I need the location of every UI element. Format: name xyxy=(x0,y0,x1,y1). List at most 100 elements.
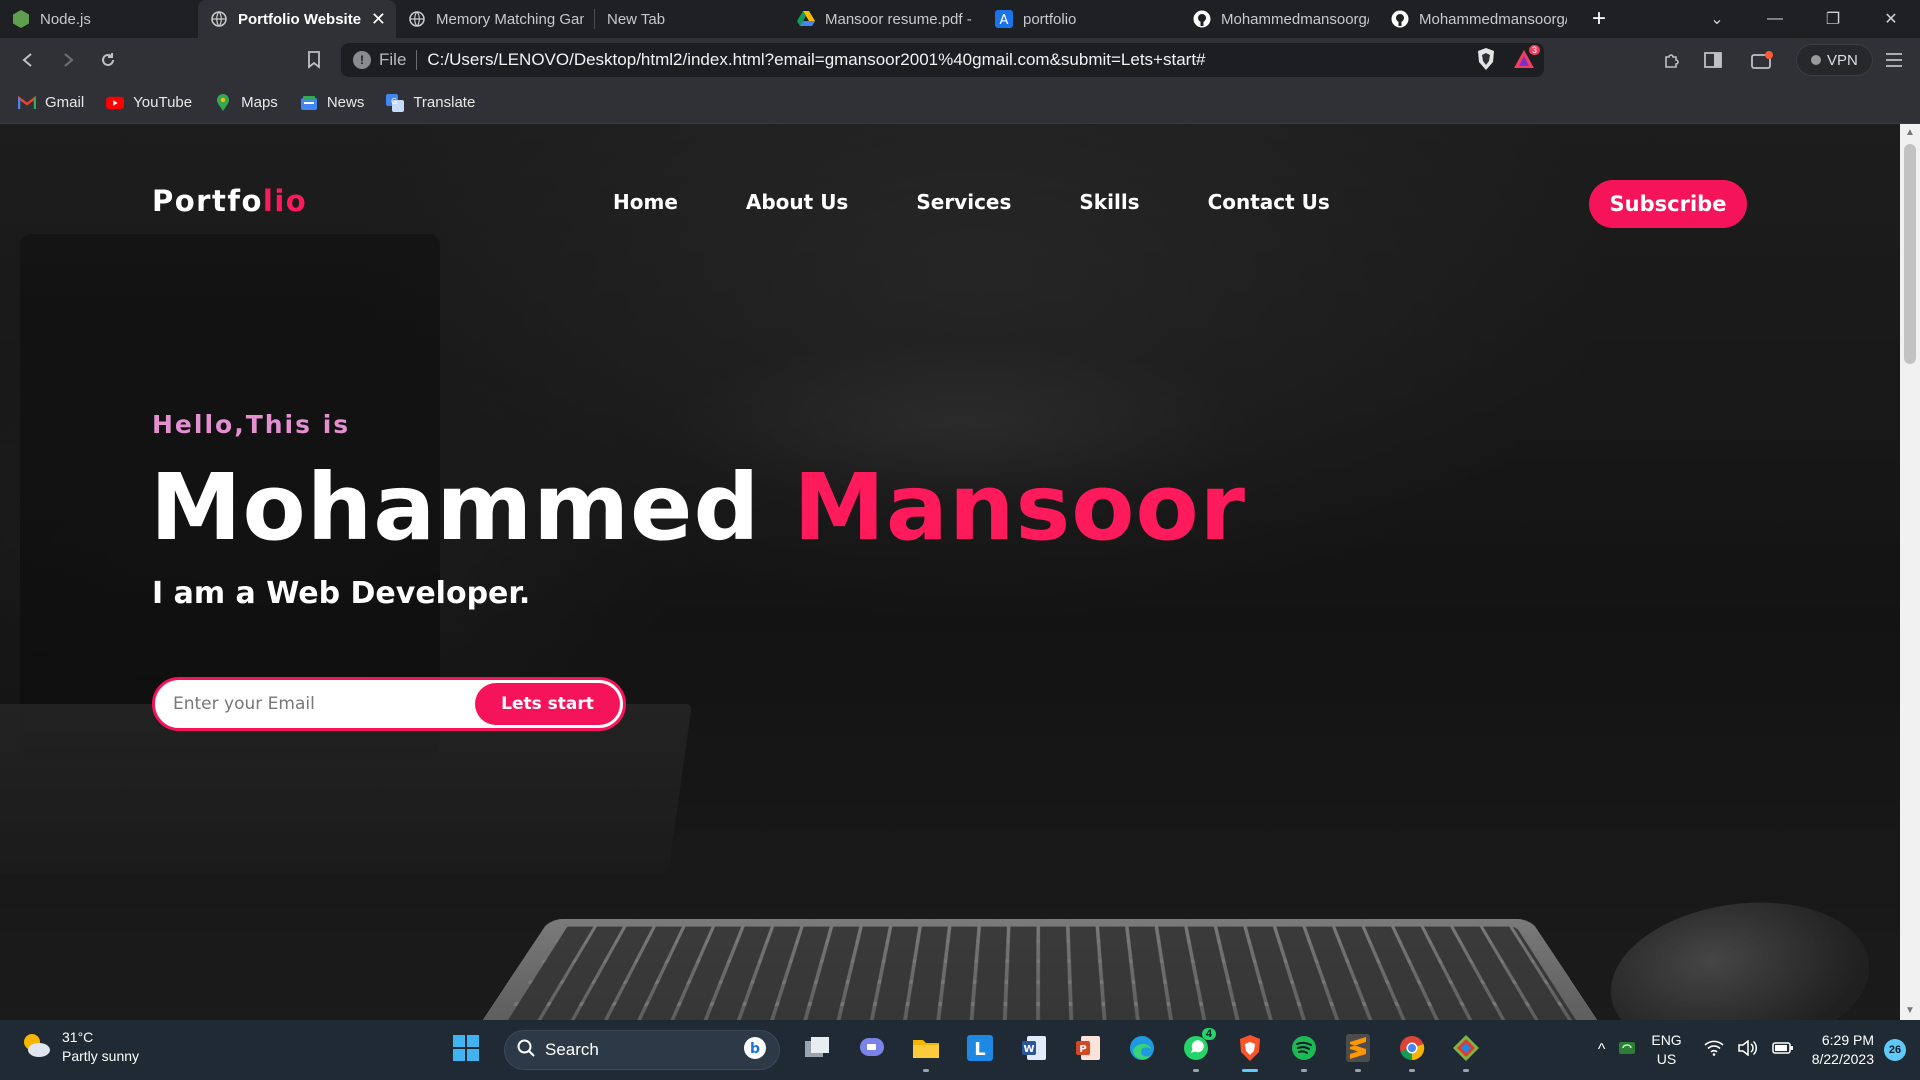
tab-memory-matching[interactable]: Memory Matching Gan xyxy=(396,0,594,38)
bing-icon[interactable]: b xyxy=(743,1036,767,1065)
scrollbar-thumb[interactable] xyxy=(1904,144,1916,364)
scroll-up-arrow-icon[interactable]: ▲ xyxy=(1900,124,1920,142)
email-input[interactable] xyxy=(155,680,475,728)
back-icon[interactable] xyxy=(8,40,48,80)
bookmark-label: Maps xyxy=(241,94,278,111)
lets-start-button[interactable]: Lets start xyxy=(475,683,620,725)
site-logo[interactable]: Portfolio xyxy=(152,184,307,218)
sublime-text-button[interactable] xyxy=(1336,1028,1380,1072)
bookmark-news[interactable]: News xyxy=(300,94,364,112)
show-hidden-icons-chevron-icon[interactable]: ^ xyxy=(1598,1041,1606,1059)
nvidia-icon[interactable] xyxy=(1619,1041,1636,1059)
tab-github-1[interactable]: Mohammedmansoorg/ xyxy=(1181,0,1379,38)
running-indicator xyxy=(1242,1069,1258,1072)
bookmark-icon[interactable] xyxy=(294,40,334,80)
word-icon: W xyxy=(1021,1035,1047,1066)
close-tab-icon[interactable]: ✕ xyxy=(371,9,386,30)
brave-button[interactable] xyxy=(1228,1028,1272,1072)
folder-icon xyxy=(912,1036,940,1065)
language-indicator[interactable]: ENG US xyxy=(1651,1031,1681,1069)
forward-icon[interactable] xyxy=(48,40,88,80)
file-explorer-button[interactable] xyxy=(904,1028,948,1072)
sidebar-icon[interactable] xyxy=(1693,40,1733,80)
browser-tab-bar: Node.js Portfolio Website ✕ Memory Match… xyxy=(0,0,1920,38)
tab-list-chevron-icon[interactable]: ⌄ xyxy=(1688,9,1746,29)
tab-github-2[interactable]: Mohammedmansoorg/ xyxy=(1379,0,1577,38)
git-client-button[interactable] xyxy=(1444,1028,1488,1072)
tab-portfolio[interactable]: A portfolio xyxy=(983,0,1181,38)
chrome-icon xyxy=(1398,1034,1426,1067)
svg-text:W: W xyxy=(1023,1044,1034,1055)
taskbar-apps: Search b L W P 4 xyxy=(444,1028,1488,1072)
globe-icon xyxy=(408,10,426,28)
url-text[interactable]: C:/Users/LENOVO/Desktop/html2/index.html… xyxy=(427,50,1205,70)
a-app-icon: A xyxy=(995,10,1013,28)
whatsapp-button[interactable]: 4 xyxy=(1174,1028,1218,1072)
reload-icon[interactable] xyxy=(88,40,128,80)
nav-services[interactable]: Services xyxy=(916,190,1011,214)
tab-nodejs[interactable]: Node.js xyxy=(0,0,198,38)
scroll-down-arrow-icon[interactable]: ▼ xyxy=(1900,1002,1920,1020)
vpn-label: VPN xyxy=(1827,51,1858,69)
nav-home[interactable]: Home xyxy=(613,190,678,214)
subscribe-button[interactable]: Subscribe xyxy=(1589,180,1747,228)
github-icon xyxy=(1391,10,1409,28)
tab-label: portfolio xyxy=(1023,10,1077,28)
tab-new-tab[interactable]: New Tab xyxy=(595,0,785,38)
svg-text:P: P xyxy=(1079,1044,1086,1055)
teams-chat-button[interactable] xyxy=(850,1028,894,1072)
url-scheme: File xyxy=(379,50,418,70)
brave-shields-icon[interactable] xyxy=(1476,47,1496,76)
hero-greeting: Hello,This is xyxy=(152,410,351,439)
restore-icon[interactable]: ❐ xyxy=(1804,9,1862,29)
nav-contact-us[interactable]: Contact Us xyxy=(1208,190,1330,214)
minimize-icon[interactable]: — xyxy=(1746,10,1804,28)
site-nav: Home About Us Services Skills Contact Us xyxy=(613,190,1398,214)
bookmark-gmail[interactable]: Gmail xyxy=(18,94,84,112)
bookmark-youtube[interactable]: YouTube xyxy=(106,94,192,112)
chrome-button[interactable] xyxy=(1390,1028,1434,1072)
vpn-button[interactable]: VPN xyxy=(1796,44,1873,76)
rewards-badge: 3 xyxy=(1528,45,1540,55)
address-bar[interactable]: ! File C:/Users/LENOVO/Desktop/html2/ind… xyxy=(341,43,1544,77)
taskbar-search[interactable]: Search b xyxy=(504,1030,780,1070)
extensions-icon[interactable] xyxy=(1652,40,1692,80)
start-button[interactable] xyxy=(444,1028,488,1072)
wallet-icon[interactable] xyxy=(1742,40,1782,80)
tab-label: New Tab xyxy=(607,10,666,28)
brave-rewards-icon[interactable]: 3 xyxy=(1512,45,1540,76)
tab-resume-pdf[interactable]: Mansoor resume.pdf - xyxy=(785,0,983,38)
powerpoint-icon: P xyxy=(1075,1035,1101,1066)
menu-icon[interactable] xyxy=(1874,40,1914,80)
bookmark-maps[interactable]: Maps xyxy=(214,93,278,112)
nav-skills[interactable]: Skills xyxy=(1079,190,1139,214)
l-app-button[interactable]: L xyxy=(958,1028,1002,1072)
search-label: Search xyxy=(545,1040,599,1059)
weather-widget[interactable]: 31°C Partly sunny xyxy=(20,1028,139,1066)
bookmark-label: Translate xyxy=(413,94,476,111)
spotify-button[interactable] xyxy=(1282,1028,1326,1072)
word-button[interactable]: W xyxy=(1012,1028,1056,1072)
background-overlay xyxy=(0,124,1900,1020)
page-scrollbar[interactable]: ▲ ▼ xyxy=(1900,124,1920,1020)
nodejs-icon xyxy=(12,10,30,28)
site-info-icon[interactable]: ! xyxy=(353,51,371,69)
nav-about-us[interactable]: About Us xyxy=(746,190,848,214)
close-window-icon[interactable]: ✕ xyxy=(1862,9,1920,29)
brave-icon xyxy=(1238,1034,1262,1067)
clock[interactable]: 6:29 PM 8/22/2023 xyxy=(1812,1031,1874,1069)
volume-icon[interactable] xyxy=(1737,1038,1758,1061)
bookmark-translate[interactable]: G Translate xyxy=(386,93,476,112)
chat-icon xyxy=(859,1036,885,1065)
new-tab-button[interactable]: + xyxy=(1577,0,1621,38)
tab-portfolio-website[interactable]: Portfolio Website ✕ xyxy=(198,0,396,38)
running-indicator xyxy=(1355,1069,1361,1072)
wifi-icon[interactable] xyxy=(1704,1040,1724,1061)
powerpoint-button[interactable]: P xyxy=(1066,1028,1110,1072)
battery-icon[interactable] xyxy=(1771,1041,1794,1060)
edge-button[interactable] xyxy=(1120,1028,1164,1072)
task-view-button[interactable] xyxy=(796,1028,840,1072)
notification-center-badge[interactable]: 26 xyxy=(1884,1039,1906,1061)
task-view-icon xyxy=(805,1036,831,1064)
keyboard-layout: US xyxy=(1656,1051,1677,1067)
